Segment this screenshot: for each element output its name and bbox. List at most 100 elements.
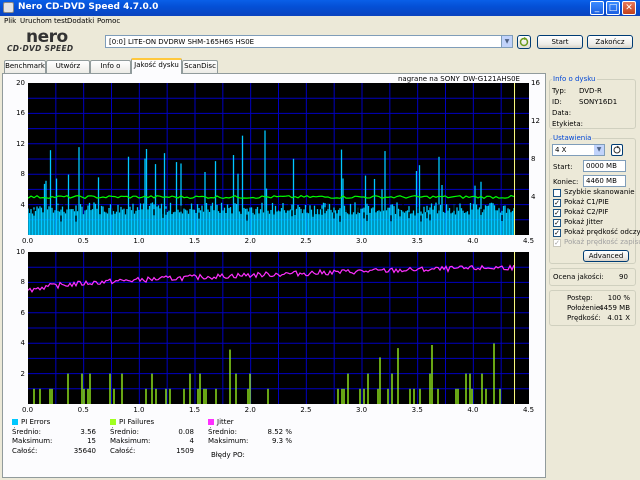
start-button[interactable]: Start: [537, 35, 583, 49]
disc-label-label: Etykieta:: [552, 120, 584, 128]
menu-file[interactable]: Plik: [4, 17, 16, 25]
x-tick-label: 1.5: [189, 406, 201, 414]
refresh-drives-button[interactable]: [517, 35, 531, 49]
pie-avg-value: 3.56: [80, 428, 96, 436]
speed-select[interactable]: 4 X ▼: [552, 144, 605, 156]
x-tick-label: 4.0: [467, 406, 479, 414]
x-tick-label: 3.0: [356, 237, 368, 245]
position-value: 4459 MB: [599, 304, 630, 312]
chevron-down-icon[interactable]: ▼: [501, 36, 512, 47]
window-title: Nero CD-DVD Speed 4.7.0.0: [18, 2, 159, 12]
exit-button[interactable]: Zakończ: [587, 35, 633, 49]
pie-max-label: Maksimum:: [12, 437, 53, 445]
advanced-button[interactable]: Advanced: [583, 250, 629, 262]
drive-select-value: [0:0] LITE-ON DVDRW SHM-165H6S HS0E: [109, 38, 255, 46]
settings-checkboxes: Szybkie skanowanie ✓ Pokaż C1/PIE ✓ Pokaż C2…: [553, 188, 640, 248]
x-tick-label: 0.5: [77, 406, 89, 414]
tab-disc-info[interactable]: Info o dysku: [90, 60, 131, 81]
end-pos-input[interactable]: 4460 MB: [583, 175, 626, 187]
menu-help[interactable]: Pomoc: [97, 17, 120, 25]
tab-create-disc[interactable]: Utwórz dysk: [46, 60, 90, 81]
y-tick-label: 20: [16, 79, 25, 87]
y-tick-label: 4: [20, 200, 25, 209]
y-tick-label: 12: [16, 139, 25, 148]
setting-checkbox[interactable]: ✓: [553, 199, 561, 207]
setting-checkbox[interactable]: [553, 189, 561, 197]
speed-select-value: 4 X: [555, 146, 567, 154]
chevron-down-icon[interactable]: ▼: [594, 145, 604, 155]
jitter-max-label: Maksimum:: [208, 437, 249, 445]
x-tick-label: 0.5: [77, 237, 89, 245]
pif-jitter-chart: [27, 252, 529, 404]
media-id-label: DW-G121AHS0E: [463, 75, 520, 83]
po-errors-label: Błędy PO:: [211, 451, 245, 459]
y-tick-label: 16: [531, 79, 540, 87]
jitter-stats: Jitter Średnio: 8.52 % Maksimum: 9.3 % B…: [208, 418, 292, 461]
x-tick-label: 3.0: [356, 406, 368, 414]
title-bar[interactable]: Nero CD-DVD Speed 4.7.0.0 _ □ ✕: [0, 0, 640, 16]
setting-checkbox[interactable]: ✓: [553, 219, 561, 227]
pif-stats: PI Failures Średnio: 0.08 Maksimum: 4 Ca…: [110, 418, 194, 461]
disc-id-value: SONY16D1: [579, 98, 618, 106]
end-pos-label: Koniec:: [553, 178, 579, 186]
x-tick-label: 0.0: [22, 406, 34, 414]
y-tick-label: 6: [20, 308, 25, 317]
read-speed-label: Prędkość:: [567, 314, 601, 322]
nero-logo: nero CD·DVD SPEED: [4, 27, 100, 55]
logo-cd-dvd-speed-text: CD·DVD SPEED: [7, 44, 74, 53]
setting-checkbox[interactable]: ✓: [553, 209, 561, 217]
disc-id-label: ID:: [552, 98, 562, 106]
setting-checkbox-label: Szybkie skanowanie: [564, 188, 635, 196]
pie-legend-swatch: [12, 419, 18, 425]
maximize-button[interactable]: □: [606, 1, 620, 15]
progress-value: 100 %: [607, 294, 630, 302]
quality-label: Ocena jakości:: [553, 273, 604, 281]
jitter-line: [27, 264, 515, 293]
pif-avg-label: Średnio:: [110, 428, 139, 436]
x-tick-label: 4.5: [523, 406, 535, 414]
pie-chart-svg: [27, 83, 529, 235]
read-speed-value: 4.01 X: [607, 314, 630, 322]
close-window-button[interactable]: ✕: [622, 1, 636, 15]
pie-total-value: 35640: [73, 447, 96, 455]
y-tick-label: 12: [531, 117, 540, 125]
x-tick-label: 2.5: [300, 237, 312, 245]
disc-info-title: Info o dysku: [552, 75, 597, 83]
pie-max-value: 15: [87, 437, 96, 445]
setting-checkbox[interactable]: ✓: [553, 229, 561, 237]
tab-disc-quality[interactable]: Jakość dysku: [131, 58, 182, 74]
tab-scandisc[interactable]: ScanDisc: [182, 60, 218, 73]
setting-checkbox-label: Pokaż Jitter: [564, 218, 604, 226]
settings-title: Ustawienia: [552, 134, 593, 142]
pif-total-label: Całość:: [110, 447, 136, 455]
pie-chart: [27, 83, 529, 235]
tab-benchmark[interactable]: Benchmark: [4, 60, 46, 73]
pie-stats-title: PI Errors: [21, 418, 51, 426]
pif-jitter-chart-svg: [27, 252, 529, 404]
y-tick-label: 8: [531, 155, 536, 163]
setting-checkbox-label: Pokaż prędkość zapisu: [564, 238, 640, 246]
pif-max-value: 4: [189, 437, 194, 445]
menu-run-test[interactable]: Uruchom test: [20, 17, 68, 25]
disc-date-label: Data:: [552, 109, 572, 117]
quality-value: 90: [619, 273, 628, 281]
drive-select[interactable]: [0:0] LITE-ON DVDRW SHM-165H6S HS0E ▼: [105, 35, 513, 48]
start-pos-input[interactable]: 0000 MB: [583, 160, 626, 172]
pie-stats: PI Errors Średnio: 3.56 Maksimum: 15 Cał…: [12, 418, 96, 461]
setting-checkbox-label: Pokaż C1/PIE: [564, 198, 609, 206]
y-tick-label: 8: [20, 278, 25, 287]
minimize-button[interactable]: _: [590, 1, 604, 15]
x-tick-label: 3.5: [411, 237, 423, 245]
x-tick-label: 4.0: [467, 237, 479, 245]
setting-checkbox: ✓: [553, 239, 561, 247]
menu-bar: Plik Uruchom test Dodatki Pomoc: [0, 16, 640, 28]
speed-refresh-button[interactable]: [611, 144, 623, 156]
menu-extras[interactable]: Dodatki: [67, 17, 94, 25]
y-tick-label: 16: [16, 109, 25, 118]
jitter-max-value: 9.3 %: [271, 437, 292, 445]
disc-type-value: DVD-R: [579, 87, 602, 95]
x-tick-label: 2.0: [244, 406, 256, 414]
y-tick-label: 4: [20, 339, 25, 348]
pif-avg-value: 0.08: [178, 428, 194, 436]
pif-total-value: 1509: [176, 447, 194, 455]
